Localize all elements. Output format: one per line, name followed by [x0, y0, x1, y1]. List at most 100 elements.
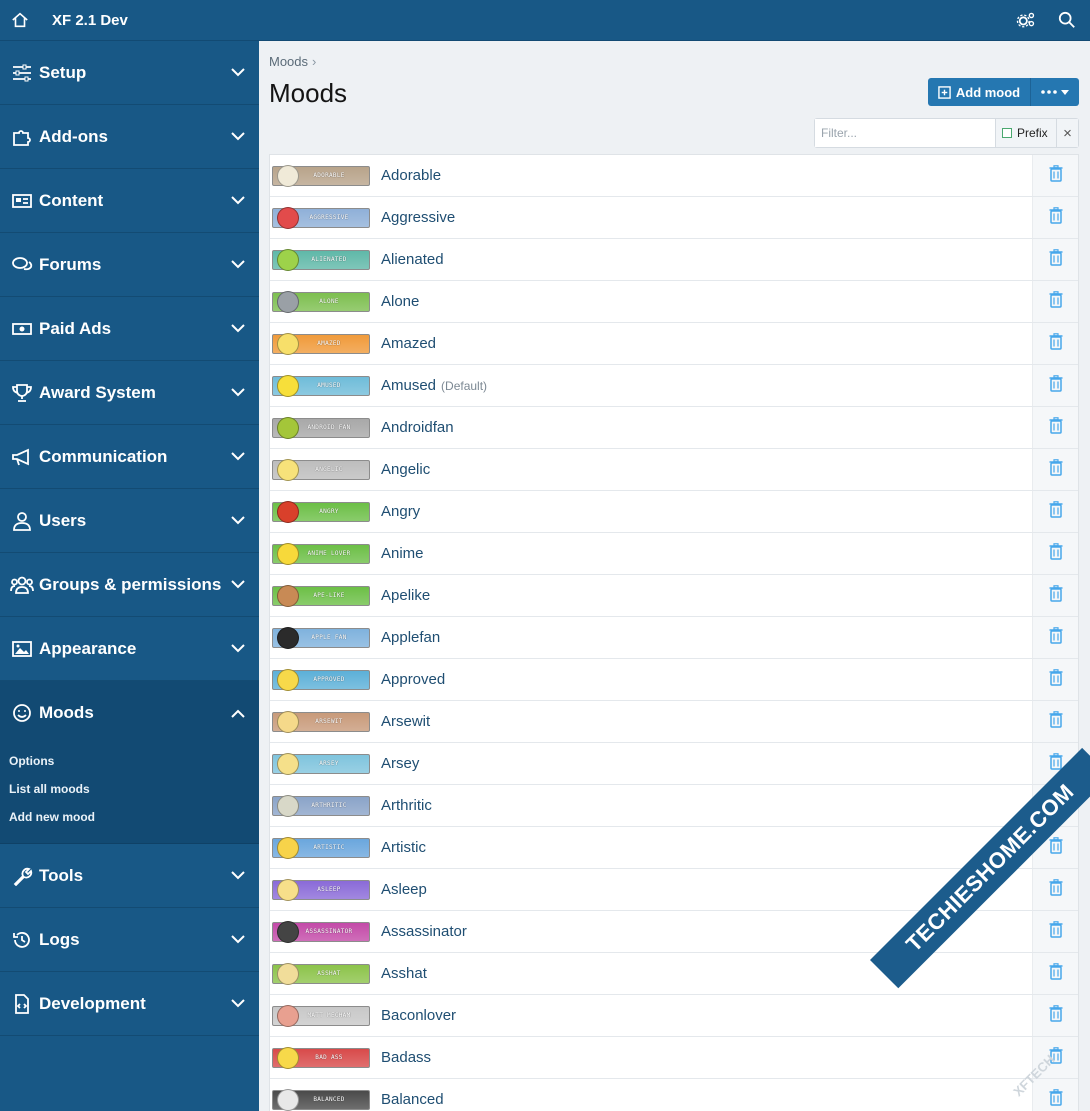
delete-button[interactable] — [1032, 701, 1078, 742]
mood-name-link[interactable]: Arthritic — [381, 797, 432, 814]
mood-name-link[interactable]: Amused — [381, 377, 436, 394]
mood-name-link[interactable]: Arsey — [381, 755, 419, 772]
sidebar-item-development[interactable]: Development — [0, 972, 259, 1036]
breadcrumb[interactable]: Moods › — [269, 54, 316, 69]
mood-row: BAD ASS Badass — [270, 1037, 1078, 1079]
mood-name-link[interactable]: Alienated — [381, 251, 444, 268]
sidebar-item-award-system[interactable]: Award System — [0, 361, 259, 425]
delete-button[interactable] — [1032, 281, 1078, 322]
chevron-up-icon[interactable] — [231, 709, 249, 718]
chevron-down-icon[interactable] — [231, 580, 249, 589]
chevron-down-icon[interactable] — [231, 196, 249, 205]
delete-button[interactable] — [1032, 617, 1078, 658]
chevron-down-icon[interactable] — [231, 452, 249, 461]
sidebar-item-logs[interactable]: Logs — [0, 908, 259, 972]
sidebar-item-paid-ads[interactable]: Paid Ads — [0, 297, 259, 361]
mood-name-link[interactable]: Amazed — [381, 335, 436, 352]
chevron-down-icon[interactable] — [231, 68, 249, 77]
prefix-checkbox[interactable] — [1002, 128, 1012, 138]
mood-name-link[interactable]: Asleep — [381, 881, 427, 898]
chevron-down-icon[interactable] — [231, 132, 249, 141]
sidebar-item-moods[interactable]: Moods — [0, 681, 259, 745]
delete-button[interactable] — [1032, 365, 1078, 406]
users-icon — [10, 573, 34, 597]
mood-name-link[interactable]: Assassinator — [381, 923, 467, 940]
mood-name-link[interactable]: Adorable — [381, 167, 441, 184]
chevron-down-icon[interactable] — [231, 516, 249, 525]
submenu-item-list-all-moods[interactable]: List all moods — [9, 775, 259, 803]
sidebar-item-content[interactable]: Content — [0, 169, 259, 233]
delete-button[interactable] — [1032, 953, 1078, 994]
delete-button[interactable] — [1032, 1079, 1078, 1111]
sliders-icon — [10, 61, 34, 85]
more-options-button[interactable] — [1031, 78, 1079, 106]
chevron-down-icon[interactable] — [231, 260, 249, 269]
mood-badge-image: APPROVED — [272, 668, 370, 691]
mood-badge-text: ANGRY — [319, 508, 339, 515]
sidebar-item-label: Appearance — [39, 638, 137, 658]
delete-button[interactable] — [1032, 533, 1078, 574]
mood-name-link[interactable]: Apelike — [381, 587, 430, 604]
delete-button[interactable] — [1032, 491, 1078, 532]
mood-name-link[interactable]: Asshat — [381, 965, 427, 982]
mood-name-link[interactable]: Angelic — [381, 461, 430, 478]
delete-button[interactable] — [1032, 197, 1078, 238]
mood-name-link[interactable]: Androidfan — [381, 419, 454, 436]
chevron-down-icon[interactable] — [231, 871, 249, 880]
delete-button[interactable] — [1032, 995, 1078, 1036]
mood-name-link[interactable]: Baconlover — [381, 1007, 456, 1024]
trash-icon — [1049, 542, 1063, 565]
delete-button[interactable] — [1032, 155, 1078, 196]
main-content: Moods› Moods Add mood Prefix × ADORABLEA… — [259, 41, 1090, 1111]
mood-name-link[interactable]: Artistic — [381, 839, 426, 856]
mood-name-link[interactable]: Arsewit — [381, 713, 430, 730]
mood-name-link[interactable]: Balanced — [381, 1091, 444, 1108]
delete-button[interactable] — [1032, 323, 1078, 364]
chevron-down-icon[interactable] — [231, 644, 249, 653]
delete-button[interactable] — [1032, 659, 1078, 700]
sidebar-item-communication[interactable]: Communication — [0, 425, 259, 489]
app-title[interactable]: XF 2.1 Dev — [52, 12, 128, 29]
mood-row: APPLE FAN Applefan — [270, 617, 1078, 659]
mood-name-link[interactable]: Aggressive — [381, 209, 455, 226]
trash-icon — [1049, 710, 1063, 733]
mood-name-link[interactable]: Alone — [381, 293, 419, 310]
mood-name-link[interactable]: Approved — [381, 671, 445, 688]
chevron-down-icon[interactable] — [231, 324, 249, 333]
delete-button[interactable] — [1032, 407, 1078, 448]
mood-row: ARTISTIC Artistic — [270, 827, 1078, 869]
sidebar-item-forums[interactable]: Forums — [0, 233, 259, 297]
delete-button[interactable] — [1032, 869, 1078, 910]
sidebar-item-groups-permissions[interactable]: Groups & permissions — [0, 553, 259, 617]
mood-face-icon — [277, 500, 299, 523]
mood-name-link[interactable]: Angry — [381, 503, 420, 520]
chevron-down-icon[interactable] — [231, 999, 249, 1008]
mood-name-link[interactable]: Anime — [381, 545, 424, 562]
delete-button[interactable] — [1032, 449, 1078, 490]
sidebar-item-appearance[interactable]: Appearance — [0, 617, 259, 681]
delete-button[interactable] — [1032, 575, 1078, 616]
mood-badge-image: ALIENATED — [272, 248, 370, 271]
home-button[interactable] — [2, 0, 38, 41]
sidebar-item-setup[interactable]: Setup — [0, 41, 259, 105]
chevron-down-icon[interactable] — [231, 388, 249, 397]
mood-name-link[interactable]: Applefan — [381, 629, 440, 646]
delete-button[interactable] — [1032, 239, 1078, 280]
breadcrumb-moods[interactable]: Moods — [269, 54, 308, 69]
add-mood-button[interactable]: Add mood — [928, 78, 1031, 106]
settings-cogs-button[interactable] — [1016, 11, 1036, 29]
delete-button[interactable] — [1032, 911, 1078, 952]
submenu-item-options[interactable]: Options — [9, 747, 259, 775]
sidebar-item-users[interactable]: Users — [0, 489, 259, 553]
search-button[interactable] — [1058, 11, 1076, 29]
mood-badge-image: ARSEY — [272, 752, 370, 775]
filter-input[interactable] — [815, 119, 995, 147]
sidebar-item-add-ons[interactable]: Add-ons — [0, 105, 259, 169]
sidebar-item-tools[interactable]: Tools — [0, 844, 259, 908]
clear-filter-button[interactable]: × — [1056, 119, 1078, 147]
submenu-item-add-new-mood[interactable]: Add new mood — [9, 803, 259, 831]
mood-name-link[interactable]: Badass — [381, 1049, 431, 1066]
chevron-down-icon[interactable] — [231, 935, 249, 944]
sidebar-item-label: Moods — [39, 703, 94, 722]
prefix-toggle[interactable]: Prefix — [995, 119, 1056, 147]
